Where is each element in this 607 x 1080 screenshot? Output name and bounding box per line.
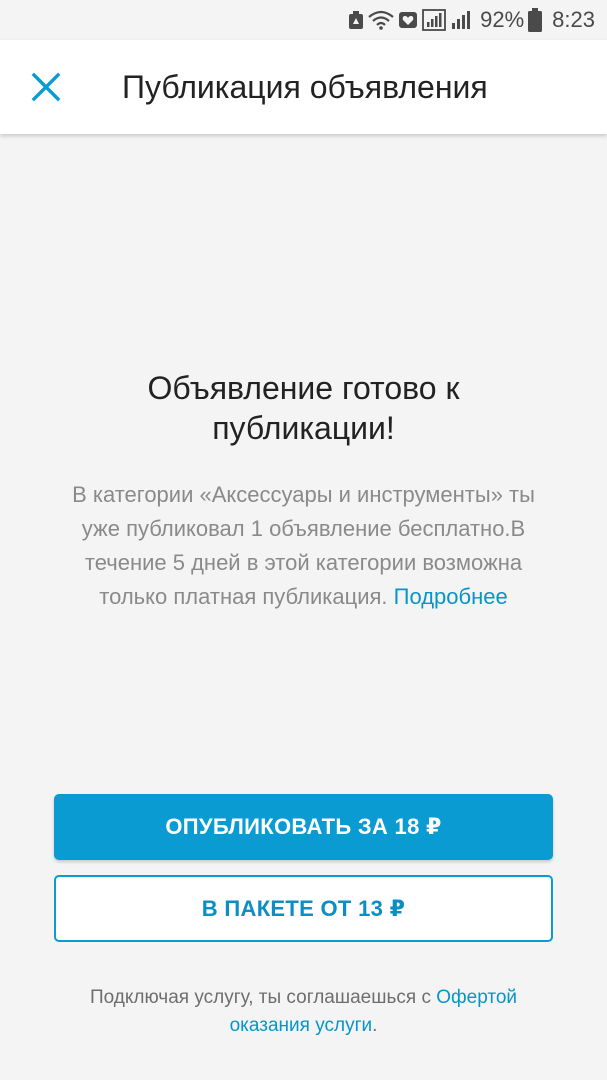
close-button[interactable] xyxy=(22,63,70,111)
publish-paid-button[interactable]: ОПУБЛИКОВАТЬ ЗА 18 ₽ xyxy=(54,794,553,860)
more-link[interactable]: Подробнее xyxy=(394,584,508,609)
signal-icon-2 xyxy=(450,9,472,31)
wifi-icon xyxy=(368,10,394,30)
heart-icon xyxy=(398,10,418,30)
battery-icon xyxy=(528,8,543,32)
ready-heading: Объявление готово к публикации! xyxy=(147,370,460,446)
status-bar: 92% 8:23 xyxy=(0,0,607,40)
alert-icon xyxy=(348,10,364,30)
app-bar: Публикация объявления xyxy=(0,40,607,134)
clock: 8:23 xyxy=(552,7,595,32)
battery-percent: 92% xyxy=(480,7,525,32)
status-icons: 92% 8:23 xyxy=(348,0,595,40)
publication-description: В категории «Аксессуары и инструменты» т… xyxy=(50,478,557,614)
terms-text: Подключая услугу, ты соглашаешься с xyxy=(89,987,437,1008)
package-button[interactable]: В ПАКЕТЕ ОТ 13 ₽ xyxy=(54,875,553,942)
terms-footer: Подключая услугу, ты соглашаешься с Офер… xyxy=(50,984,557,1040)
page-title: Публикация объявления xyxy=(122,69,488,105)
close-icon xyxy=(31,72,61,102)
terms-end: . xyxy=(372,1015,378,1036)
signal-icon xyxy=(422,9,447,31)
